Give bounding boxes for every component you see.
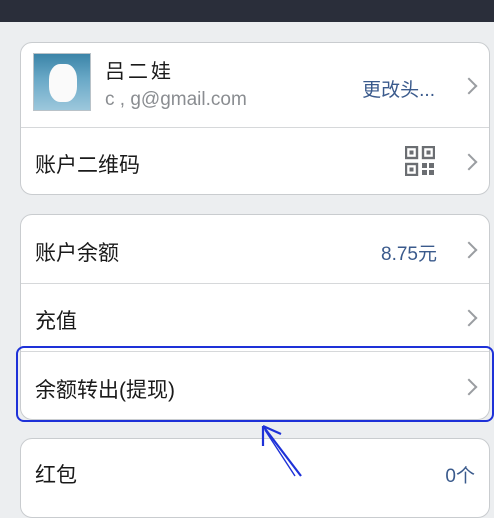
balance-label: 账户余额 bbox=[35, 242, 119, 265]
balance-value: 8.75元 bbox=[381, 244, 437, 265]
chevron-right-icon bbox=[460, 241, 478, 259]
annotation-arrow-icon bbox=[261, 424, 302, 477]
avatar-face-blur bbox=[49, 64, 77, 102]
top-navigation-bar bbox=[0, 0, 494, 22]
chevron-right-icon bbox=[460, 153, 478, 171]
recharge-label: 充值 bbox=[35, 310, 77, 333]
profile-email: c , g@gmail.com bbox=[105, 89, 247, 110]
redpacket-value: 0个 bbox=[445, 466, 475, 487]
redpacket-label: 红包 bbox=[35, 464, 77, 487]
account-card: 吕二娃 c , g@gmail.com 更改头... 账户二维码 bbox=[20, 42, 490, 195]
avatar[interactable] bbox=[33, 53, 91, 111]
chevron-right-icon bbox=[460, 77, 478, 95]
qr-code-icon bbox=[405, 146, 435, 176]
recharge-row[interactable]: 充值 bbox=[21, 284, 489, 351]
balance-row[interactable]: 账户余额 8.75元 bbox=[21, 215, 489, 283]
change-avatar-label[interactable]: 更改头... bbox=[362, 75, 435, 102]
profile-name: 吕二娃 bbox=[105, 61, 174, 83]
chevron-right-icon bbox=[460, 309, 478, 327]
annotation-highlight-box bbox=[16, 346, 494, 422]
profile-row[interactable]: 吕二娃 c , g@gmail.com 更改头... bbox=[21, 43, 489, 127]
qr-code-label: 账户二维码 bbox=[35, 154, 140, 177]
qr-code-row[interactable]: 账户二维码 bbox=[21, 128, 489, 194]
